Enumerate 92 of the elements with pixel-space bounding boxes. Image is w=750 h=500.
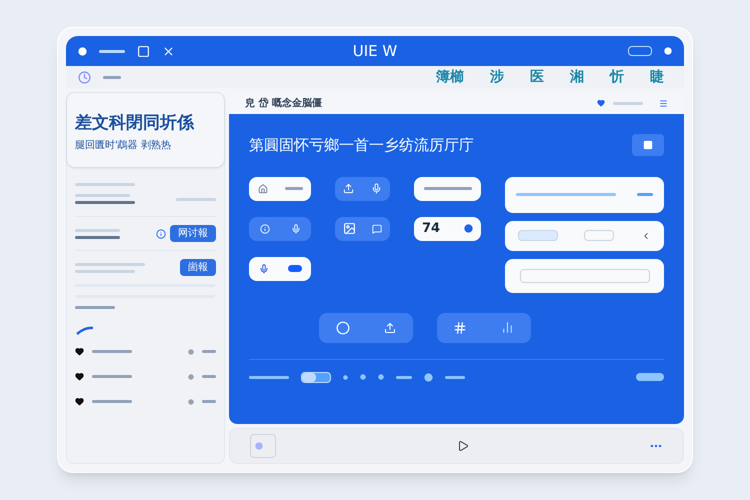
dot-icon (188, 398, 194, 404)
dot-icon[interactable] (78, 46, 87, 56)
text-line (637, 193, 654, 196)
text-line (424, 187, 472, 190)
chat-icon (372, 224, 382, 234)
text-line (75, 201, 135, 204)
text-line (103, 76, 121, 78)
text-line (445, 376, 465, 378)
toolbar-tab[interactable]: 忻 (610, 66, 624, 88)
info-icon (156, 228, 166, 238)
window-title: UIE W (352, 40, 398, 62)
text-line (99, 50, 125, 52)
text-line (202, 350, 216, 353)
widget-card[interactable] (505, 220, 664, 250)
widget-card[interactable] (249, 176, 311, 200)
toolbar-tab[interactable]: 簿櫛 (436, 66, 464, 88)
counter-value: 74 (422, 220, 440, 238)
text-line (249, 376, 289, 378)
text-line (75, 306, 115, 309)
play-icon[interactable] (456, 440, 468, 452)
text-line (92, 350, 132, 353)
header-title: 皃 岱 嘅念金脳僵 (245, 96, 322, 110)
segment-chip (518, 230, 558, 241)
widget-tile[interactable] (335, 176, 390, 200)
text-line (176, 198, 216, 200)
segment-chip (584, 230, 614, 241)
dot-icon (255, 442, 263, 450)
dot-icon (343, 374, 348, 380)
widget-tile[interactable] (318, 312, 412, 342)
item-icon (75, 372, 84, 381)
bar-chart-icon (500, 321, 514, 334)
sidebar-title: 差文科閉同圻係 (75, 113, 196, 134)
swoosh-icon (75, 325, 95, 335)
action-button[interactable]: 网讨報 (170, 225, 216, 242)
window-icon[interactable] (137, 44, 150, 58)
toggle-switch[interactable] (301, 372, 331, 382)
dot-icon (424, 372, 433, 382)
close-icon[interactable] (162, 44, 175, 58)
widget-tile[interactable] (335, 216, 390, 240)
sidebar-subtitle: 腿回匱时'鵡器 剥熟热 (75, 138, 172, 154)
heart-icon[interactable] (597, 99, 605, 107)
microphone-icon (290, 224, 300, 234)
square-icon (643, 140, 653, 150)
text-line (75, 262, 145, 266)
dot-icon[interactable] (664, 47, 672, 55)
widget-tile[interactable] (436, 312, 530, 342)
dot-icon (464, 224, 473, 233)
text-line (613, 102, 643, 104)
action-button[interactable]: 崮報 (180, 259, 216, 276)
battery-icon (628, 46, 652, 56)
text-line (396, 376, 412, 378)
dot-icon (188, 348, 194, 354)
text-line (92, 375, 132, 378)
dot-icon (378, 374, 384, 380)
panel-toggle-button[interactable] (632, 134, 664, 156)
text-line (75, 270, 135, 272)
widget-tile[interactable] (249, 216, 311, 240)
widget-card[interactable] (414, 176, 481, 200)
clock-icon[interactable] (78, 70, 91, 84)
toolbar-tab[interactable]: 涉 (490, 66, 504, 88)
text-line (75, 194, 130, 197)
text-line (202, 400, 216, 403)
text-line (636, 373, 664, 381)
toolbar-tab[interactable]: 湘 (570, 66, 584, 88)
text-line (202, 375, 216, 378)
toolbar-tab[interactable]: 医 (530, 66, 544, 88)
toolbar-tab[interactable]: 睫 (650, 66, 664, 88)
input-field[interactable] (520, 268, 650, 282)
info-icon (260, 224, 270, 234)
circle-icon (336, 320, 350, 334)
microphone-icon (370, 183, 382, 194)
item-icon (75, 397, 84, 406)
menu-icon[interactable] (659, 98, 668, 108)
microphone-icon (258, 264, 268, 274)
dot-icon (360, 374, 366, 380)
upload-icon (343, 183, 354, 194)
item-icon (75, 347, 84, 356)
hero-heading: 第圓固怀亏鄉一首一乡纺流厉厅庁 (249, 135, 474, 156)
text-line (92, 400, 132, 403)
home-icon (258, 184, 268, 194)
text-line (284, 187, 302, 190)
widget-card[interactable] (505, 258, 664, 292)
text-line (75, 183, 135, 186)
widget-card[interactable] (249, 256, 311, 280)
text-line (75, 236, 120, 238)
upload-icon (384, 322, 396, 334)
hash-icon (453, 320, 468, 334)
widget-card[interactable] (505, 176, 664, 212)
tag-chip (288, 265, 302, 272)
image-icon (343, 222, 356, 235)
dot-icon (188, 374, 194, 380)
text-line (75, 228, 120, 232)
